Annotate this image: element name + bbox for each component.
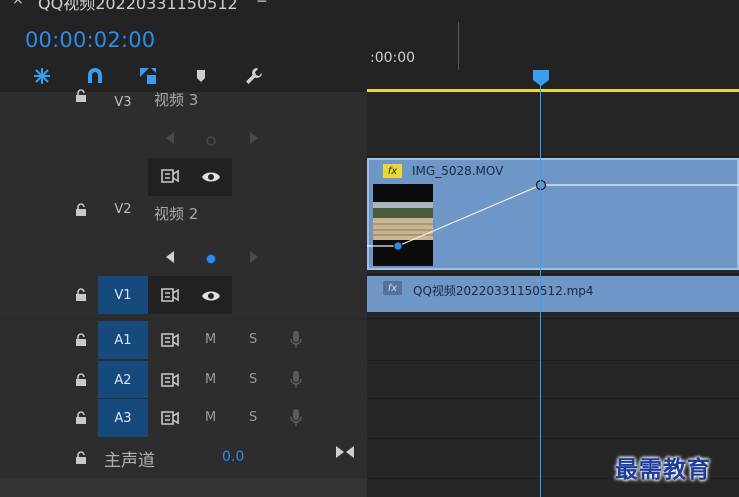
sequence-tab[interactable]: × QQ视频20220331150512 ≡ xyxy=(0,0,300,12)
solo-button[interactable]: S xyxy=(249,410,257,425)
wrench-icon[interactable] xyxy=(241,64,267,88)
playhead-handle[interactable] xyxy=(532,69,550,87)
next-keyframe-icon[interactable] xyxy=(248,249,260,268)
sync-lock-icon[interactable] xyxy=(160,332,180,352)
track-label-v2[interactable]: V2 xyxy=(98,190,148,228)
go-to-end-icon[interactable] xyxy=(335,444,355,463)
mute-button[interactable]: M xyxy=(205,410,216,425)
lock-icon[interactable] xyxy=(74,332,90,348)
microphone-icon[interactable] xyxy=(289,408,303,432)
ruler-time-label: :00:00 xyxy=(370,50,416,66)
microphone-icon[interactable] xyxy=(289,370,303,394)
track-v3: V3 视频 3 xyxy=(0,89,367,156)
lane-divider xyxy=(367,274,739,275)
sync-lock-icon[interactable] xyxy=(160,287,180,307)
track-master: 主声道 0.0 xyxy=(0,438,367,478)
prev-keyframe-icon[interactable] xyxy=(164,249,176,268)
next-keyframe-icon[interactable] xyxy=(248,130,260,149)
solo-button[interactable]: S xyxy=(249,372,257,387)
eye-icon[interactable] xyxy=(201,288,221,307)
track-name-v3[interactable]: 视频 3 xyxy=(154,89,198,110)
playhead-timecode[interactable]: 00:00:02:00 xyxy=(25,28,155,52)
track-a2: A2 M S xyxy=(0,360,367,400)
add-keyframe-icon[interactable] xyxy=(205,132,217,151)
lock-icon[interactable] xyxy=(74,88,90,104)
track-label-a1[interactable]: A1 xyxy=(98,321,148,359)
watermark-logo: 最需教育 xyxy=(615,456,711,483)
lane-divider xyxy=(367,360,739,361)
mute-button[interactable]: M xyxy=(205,372,216,387)
ruler-tick xyxy=(458,22,459,70)
sync-lock-icon[interactable] xyxy=(160,372,180,392)
lock-icon[interactable] xyxy=(74,410,90,426)
lane-divider xyxy=(367,398,739,399)
time-ruler[interactable] xyxy=(367,0,739,92)
opacity-keyframe-line[interactable] xyxy=(367,150,739,270)
sync-lock-icon[interactable] xyxy=(160,168,180,188)
add-keyframe-icon[interactable] xyxy=(205,250,217,269)
sequence-tab-name[interactable]: QQ视频20220331150512 xyxy=(38,0,238,12)
nest-sequence-icon[interactable] xyxy=(29,64,55,88)
track-v2: V2 视频 2 xyxy=(0,156,367,274)
track-a1: A1 M S xyxy=(0,320,367,360)
track-label-v3[interactable]: V3 xyxy=(98,84,148,120)
track-label-v1[interactable]: V1 xyxy=(98,276,148,314)
playhead-line[interactable] xyxy=(540,70,541,497)
master-track-name[interactable]: 主声道 xyxy=(104,446,155,471)
track-a3: A3 M S xyxy=(0,398,367,438)
solo-button[interactable]: S xyxy=(249,332,257,347)
sync-lock-icon[interactable] xyxy=(160,410,180,430)
track-label-a3[interactable]: A3 xyxy=(98,399,148,437)
header-scroll-area[interactable] xyxy=(0,478,367,497)
track-label-a2[interactable]: A2 xyxy=(98,361,148,399)
lock-icon[interactable] xyxy=(74,372,90,388)
mute-button[interactable]: M xyxy=(205,332,216,347)
lock-icon[interactable] xyxy=(74,450,90,466)
clip-name: QQ视频20220331150512.mp4 xyxy=(413,284,594,298)
lane-divider xyxy=(367,318,739,319)
fx-badge[interactable]: fx xyxy=(383,281,402,295)
track-v1: V1 xyxy=(0,274,367,318)
lane-divider xyxy=(367,438,739,439)
add-marker-icon[interactable] xyxy=(188,64,214,88)
eye-icon[interactable] xyxy=(201,169,221,188)
prev-keyframe-icon[interactable] xyxy=(164,130,176,149)
lock-icon[interactable] xyxy=(74,202,90,218)
tab-menu-icon[interactable]: ≡ xyxy=(256,0,268,7)
track-name-v2[interactable]: 视频 2 xyxy=(154,203,198,224)
clip-qq-video[interactable]: fx QQ视频20220331150512.mp4 xyxy=(367,276,739,312)
master-volume-value[interactable]: 0.0 xyxy=(222,449,244,465)
microphone-icon[interactable] xyxy=(289,330,303,354)
lock-icon[interactable] xyxy=(74,287,90,303)
close-tab-icon[interactable]: × xyxy=(12,0,24,8)
